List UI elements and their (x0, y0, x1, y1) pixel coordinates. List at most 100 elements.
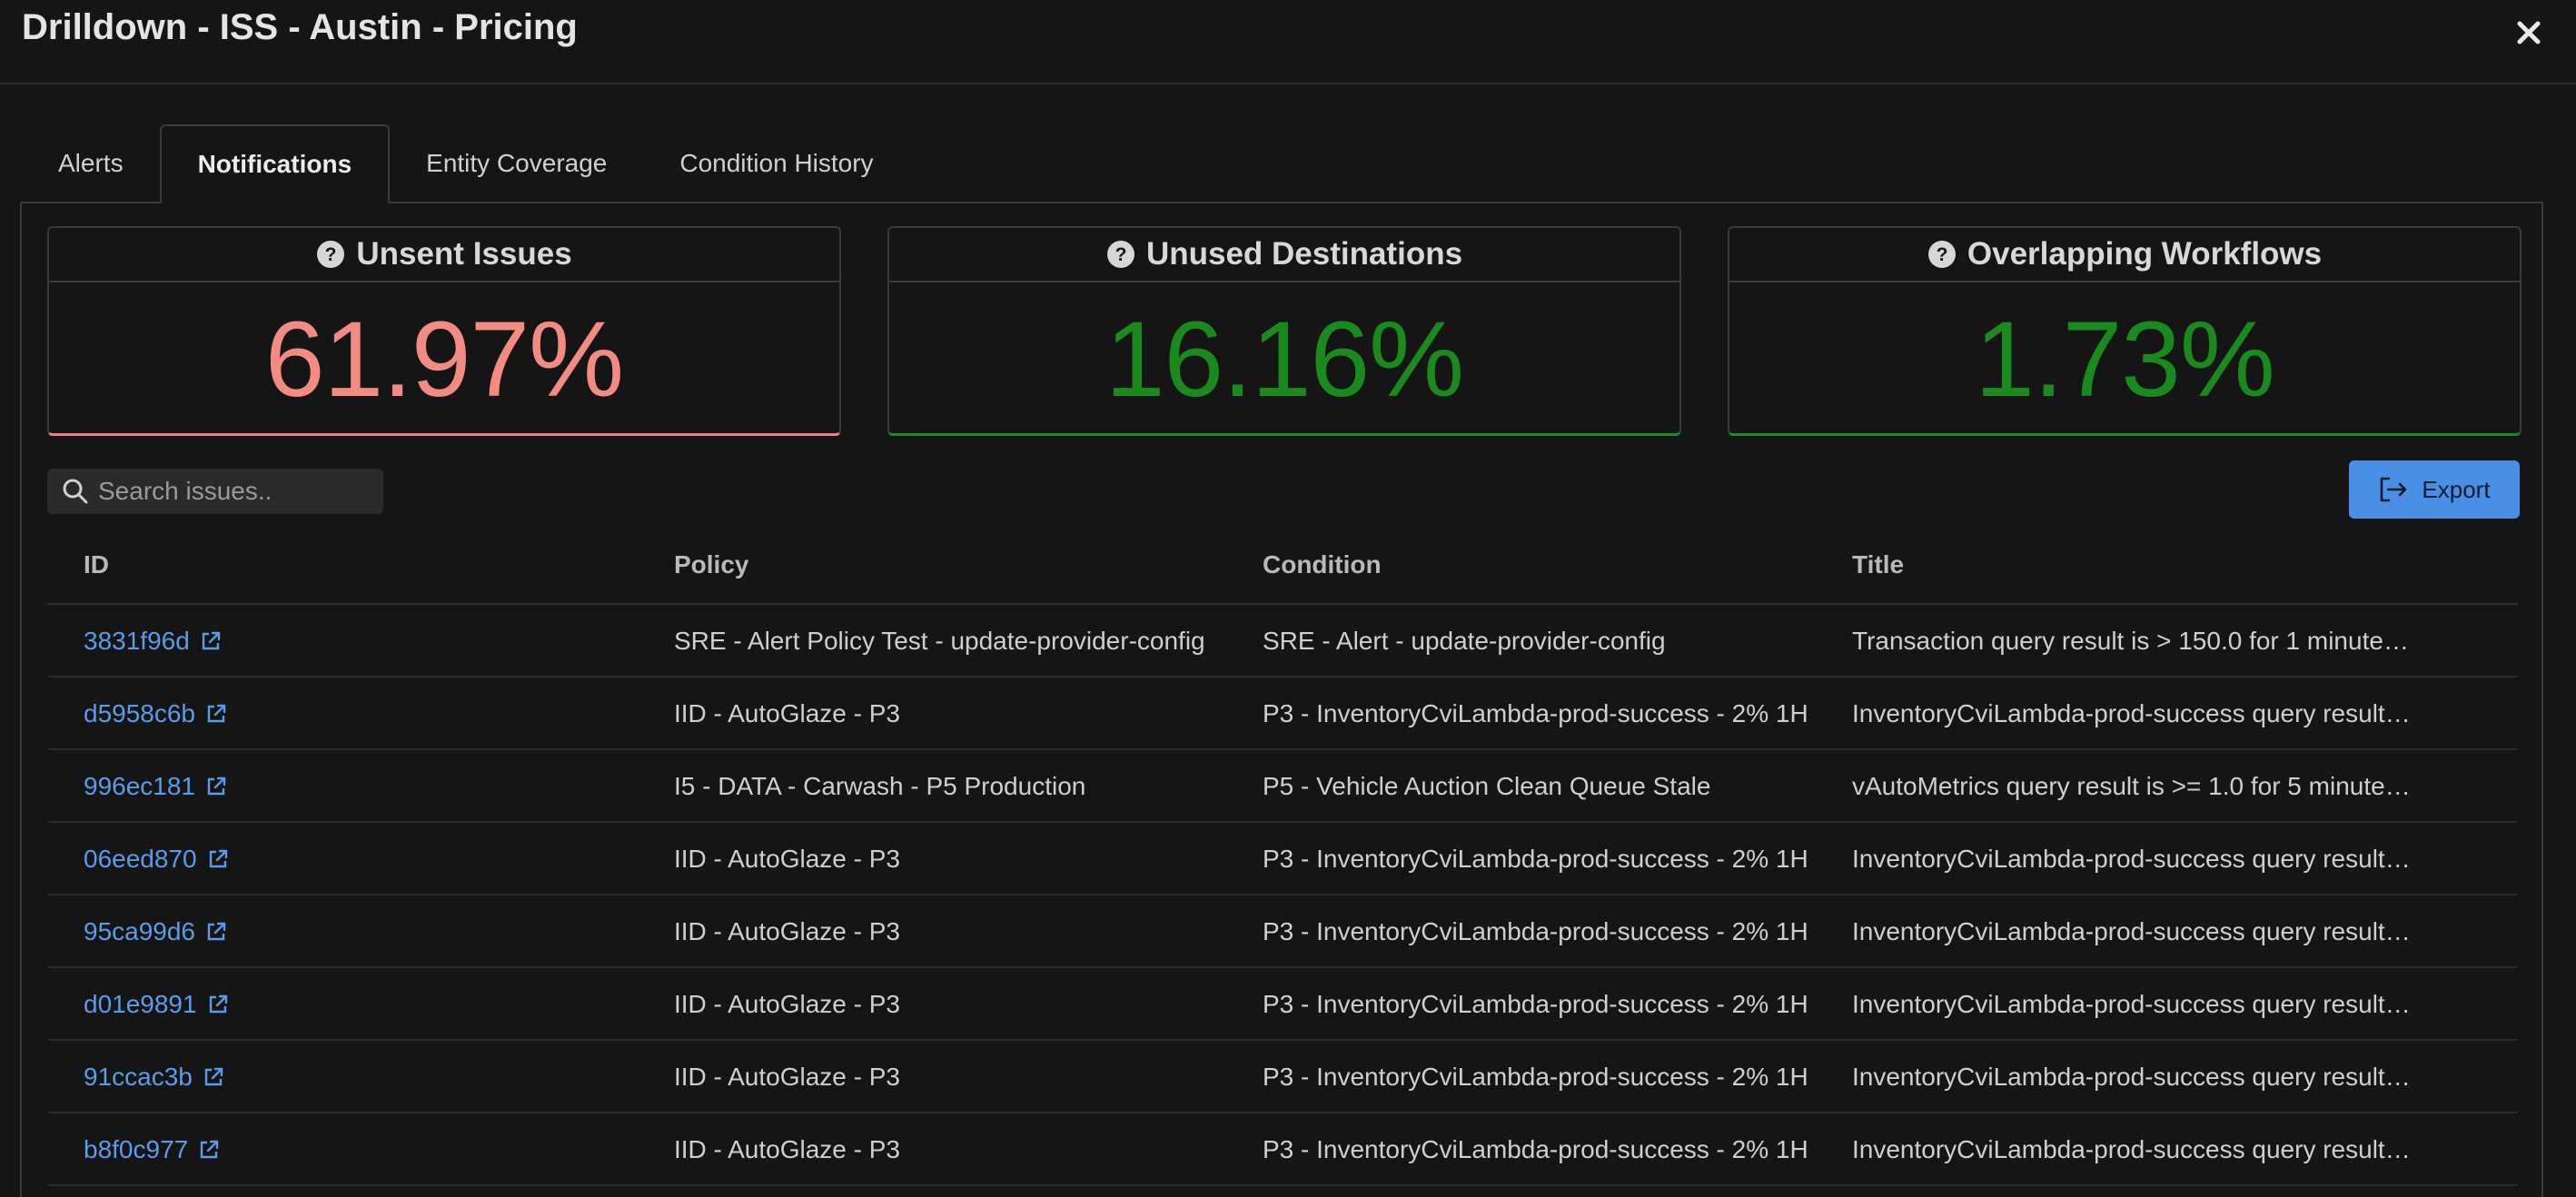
cell-condition: P3 - InventoryCviLambda-prod-success - 2… (1263, 699, 1808, 727)
help-icon[interactable]: ? (1106, 240, 1135, 269)
cell-condition: P3 - InventoryCviLambda-prod-success - 2… (1263, 845, 1808, 873)
export-button[interactable]: Export (2349, 460, 2520, 519)
svg-text:?: ? (1936, 244, 1947, 265)
search-input[interactable] (89, 477, 383, 506)
cell-title: Transaction query result is > 150.0 for … (1852, 627, 2415, 655)
issue-id: 996ec181 (84, 772, 196, 800)
export-icon (2381, 477, 2407, 502)
issue-id-link[interactable]: 996ec181 (84, 750, 228, 823)
issue-id-link[interactable]: b8f0c977 (84, 1113, 221, 1186)
metric-title: Unsent Issues (356, 236, 572, 272)
close-button[interactable] (2509, 13, 2549, 53)
cell-id: 996ec181 (84, 750, 629, 823)
tab-entity-coverage[interactable]: Entity Coverage (390, 124, 643, 203)
external-link-icon (209, 994, 227, 1014)
cell-title: InventoryCviLambda-prod-success query re… (1852, 1063, 2415, 1091)
cell-policy: SRE - Alert Policy Test - update-provide… (674, 627, 1205, 655)
cell-policy: IID - AutoGlaze - P3 (674, 699, 900, 727)
table-row: 06eed870 IID - AutoGlaze - P3 P3 - Inven… (47, 823, 2518, 895)
cell-id: 91ccac3b (84, 1041, 629, 1113)
issue-id-link[interactable]: 06eed870 (84, 823, 230, 895)
metric-card-header: ? Unsent Issues (49, 228, 839, 282)
issues-table: ID Policy Condition Title 3831f96d SRE -… (47, 534, 2518, 1186)
cell-policy: IID - AutoGlaze - P3 (674, 917, 900, 945)
external-link-icon (209, 849, 227, 868)
metric-card-header: ? Overlapping Workflows (1729, 228, 2520, 282)
table-row: b8f0c977 IID - AutoGlaze - P3 P3 - Inven… (47, 1113, 2518, 1186)
cell-policy: IID - AutoGlaze - P3 (674, 1063, 900, 1091)
external-link-icon (207, 704, 226, 723)
cell-policy: IID - AutoGlaze - P3 (674, 845, 900, 873)
search-box (47, 469, 383, 514)
close-icon (2517, 21, 2541, 45)
table-row: 3831f96d SRE - Alert Policy Test - updat… (47, 605, 2518, 678)
issue-id-link[interactable]: 3831f96d (84, 605, 223, 678)
tab-notifications[interactable]: Notifications (159, 124, 391, 204)
table-row: 996ec181 I5 - DATA - Carwash - P5 Produc… (47, 750, 2518, 823)
tab-alerts[interactable]: Alerts (22, 124, 160, 203)
external-link-icon (201, 1140, 219, 1159)
metric-title: Overlapping Workflows (1967, 236, 2323, 272)
search-icon (63, 479, 88, 504)
cell-title: vAutoMetrics query result is >= 1.0 for … (1852, 772, 2415, 800)
external-link-icon (204, 1067, 223, 1086)
cell-id: 06eed870 (84, 823, 629, 895)
cell-policy: IID - AutoGlaze - P3 (674, 990, 900, 1018)
metric-card-overlapping-workflows: ? Overlapping Workflows 1.73% (1728, 226, 2522, 436)
issue-id: 91ccac3b (84, 1063, 193, 1091)
cell-id: 3831f96d (84, 605, 629, 678)
cell-id: b8f0c977 (84, 1113, 629, 1186)
issue-id: d5958c6b (84, 699, 196, 727)
metric-card-header: ? Unused Destinations (889, 228, 1679, 282)
issue-id: 3831f96d (84, 627, 190, 655)
cell-title: InventoryCviLambda-prod-success query re… (1852, 699, 2415, 727)
help-icon[interactable]: ? (316, 240, 345, 269)
cell-id: d5958c6b (84, 678, 629, 750)
tab-condition-history[interactable]: Condition History (643, 124, 909, 203)
metric-value: 61.97% (264, 300, 624, 420)
column-header-condition[interactable]: Condition (1263, 550, 1382, 579)
column-header-id[interactable]: ID (84, 550, 109, 579)
modal-header: Drilldown - ISS - Austin - Pricing (0, 0, 2576, 84)
cell-condition: P3 - InventoryCviLambda-prod-success - 2… (1263, 990, 1808, 1018)
issue-id-link[interactable]: d01e9891 (84, 968, 230, 1041)
cell-title: InventoryCviLambda-prod-success query re… (1852, 917, 2415, 945)
cell-title: InventoryCviLambda-prod-success query re… (1852, 990, 2415, 1018)
cell-condition: SRE - Alert - update-provider-config (1263, 627, 1666, 655)
metric-value: 16.16% (1105, 300, 1464, 420)
external-link-icon (207, 922, 226, 941)
cell-condition: P3 - InventoryCviLambda-prod-success - 2… (1263, 1135, 1808, 1163)
table-row: d5958c6b IID - AutoGlaze - P3 P3 - Inven… (47, 678, 2518, 750)
issue-id-link[interactable]: 95ca99d6 (84, 895, 228, 968)
svg-text:?: ? (325, 244, 337, 265)
cell-condition: P3 - InventoryCviLambda-prod-success - 2… (1263, 917, 1808, 945)
issue-id: 06eed870 (84, 845, 197, 873)
svg-text:?: ? (1115, 244, 1127, 265)
metric-value: 1.73% (1975, 300, 2275, 420)
table-header: ID Policy Condition Title (47, 534, 2518, 605)
export-label: Export (2422, 475, 2491, 503)
table-row: d01e9891 IID - AutoGlaze - P3 P3 - Inven… (47, 968, 2518, 1041)
cell-title: InventoryCviLambda-prod-success query re… (1852, 1135, 2415, 1163)
drilldown-modal: Drilldown - ISS - Austin - Pricing Alert… (0, 0, 2576, 1197)
tab-bar: Alerts Notifications Entity Coverage Con… (22, 124, 910, 204)
help-icon[interactable]: ? (1927, 240, 1957, 269)
issue-id-link[interactable]: d5958c6b (84, 678, 228, 750)
column-header-policy[interactable]: Policy (674, 550, 748, 579)
issue-id: d01e9891 (84, 990, 197, 1018)
external-link-icon (202, 631, 220, 650)
column-header-title[interactable]: Title (1852, 550, 1904, 579)
cell-title: InventoryCviLambda-prod-success query re… (1852, 845, 2415, 873)
cell-id: d01e9891 (84, 968, 629, 1041)
table-row: 95ca99d6 IID - AutoGlaze - P3 P3 - Inven… (47, 895, 2518, 968)
cell-policy: IID - AutoGlaze - P3 (674, 1135, 900, 1163)
issue-id: b8f0c977 (84, 1135, 189, 1163)
issue-id: 95ca99d6 (84, 917, 196, 945)
metric-card-unsent-issues: ? Unsent Issues 61.97% (47, 226, 841, 436)
cell-id: 95ca99d6 (84, 895, 629, 968)
issue-id-link[interactable]: 91ccac3b (84, 1041, 225, 1113)
external-link-icon (207, 777, 226, 796)
cell-condition: P5 - Vehicle Auction Clean Queue Stale (1263, 772, 1711, 800)
table-row: 91ccac3b IID - AutoGlaze - P3 P3 - Inven… (47, 1041, 2518, 1113)
metric-card-unused-destinations: ? Unused Destinations 16.16% (887, 226, 1681, 436)
